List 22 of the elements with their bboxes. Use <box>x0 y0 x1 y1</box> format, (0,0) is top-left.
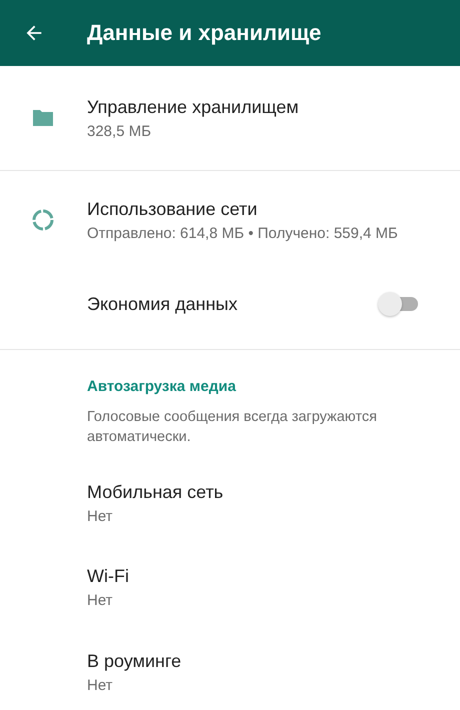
item-title: Мобильная сеть <box>87 482 224 503</box>
row-subtitle: 328,5 МБ <box>87 122 152 140</box>
row-title: Использование сети <box>87 198 258 220</box>
item-title: Wi-Fi <box>87 566 130 588</box>
toggle-switch[interactable] <box>378 292 418 316</box>
screen-title: Данные и хранилище <box>87 20 322 46</box>
item-title: В роуминге <box>87 650 182 672</box>
folder-icon <box>31 108 55 128</box>
setting-label: Экономия данных <box>87 294 238 314</box>
section-header: Автозагрузка медиа <box>87 378 237 395</box>
row-title: Управление хранилищем <box>87 96 299 118</box>
ring-icon <box>31 208 55 232</box>
row-subtitle: Отправлено: 614,8 МБ • Получено: 559,4 МБ <box>87 224 398 242</box>
item-value: Нет <box>87 508 114 525</box>
list-item[interactable]: В роуминге Нет <box>0 630 460 710</box>
list-item[interactable]: Мобильная сеть Нет <box>0 461 460 546</box>
network-row[interactable]: Использование сети Отправлено: 614,8 МБ • Получено: 559,4 МБ <box>0 171 460 265</box>
item-value: Нет <box>87 676 114 694</box>
storage-row[interactable]: Управление хранилищем 328,5 МБ <box>0 66 460 170</box>
list-item[interactable]: Wi-Fi Нет <box>0 546 460 630</box>
section-note: Голосовые сообщения всегда загружаются автоматически. <box>87 408 378 447</box>
item-value: Нет <box>87 592 114 610</box>
